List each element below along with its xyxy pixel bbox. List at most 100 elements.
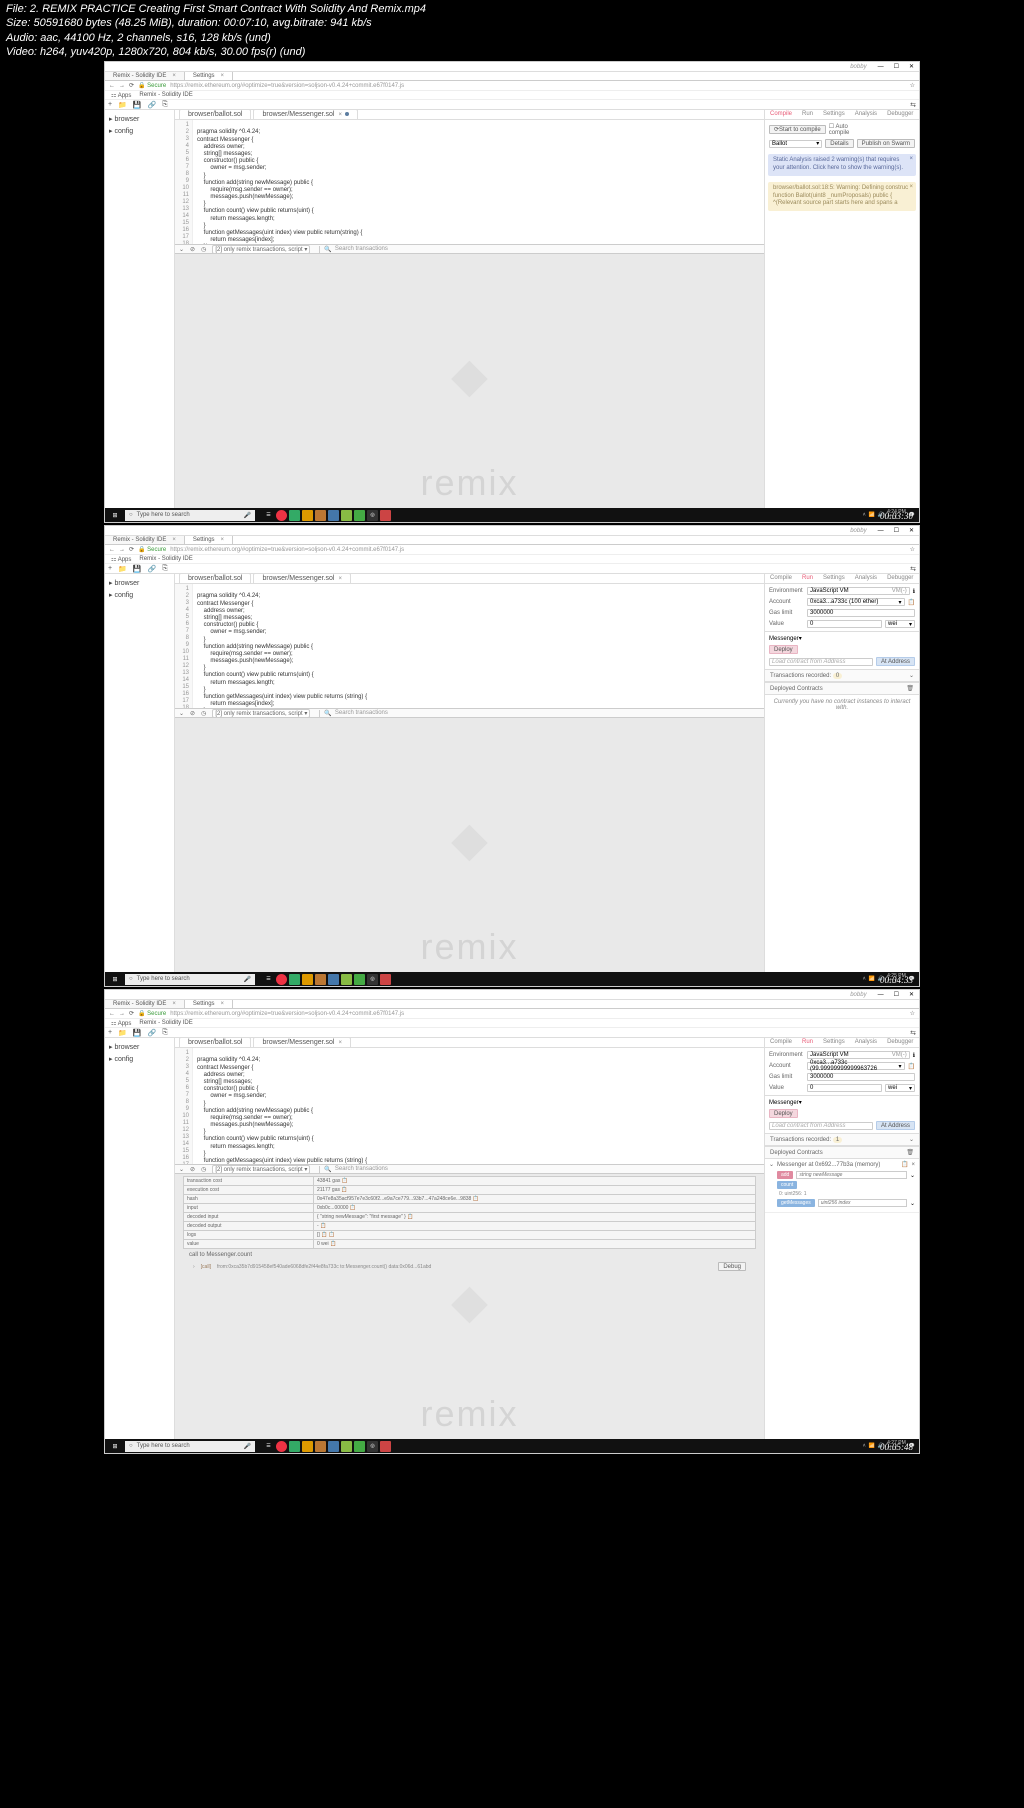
fn-getmessages-button[interactable]: getMessages xyxy=(777,1199,815,1207)
github-icon[interactable]: ⎘ xyxy=(162,101,168,109)
app2-icon[interactable] xyxy=(341,510,352,521)
auto-compile-checkbox[interactable]: ☐ Auto compile xyxy=(829,123,864,136)
chevron-down-icon[interactable]: ⌄ xyxy=(909,672,914,679)
fn-count-button[interactable]: count xyxy=(777,1181,797,1189)
alert-close-icon[interactable]: × xyxy=(909,156,913,164)
tab-settings[interactable]: Settings× xyxy=(185,536,233,544)
value-unit-select[interactable]: wei▾ xyxy=(885,620,915,628)
tab-debugger[interactable]: Debugger xyxy=(882,110,918,119)
tab-settings[interactable]: Settings× xyxy=(185,72,233,80)
code-editor[interactable]: 1234567891011121314151617181920212223 pr… xyxy=(175,120,764,244)
tab-support[interactable]: Support xyxy=(918,110,919,119)
tab-compile[interactable]: Compile xyxy=(765,110,797,119)
code-editor[interactable]: 1234567891011121314151617181920212223 pr… xyxy=(175,584,764,708)
apps-button[interactable]: ⚏ Apps xyxy=(111,92,131,99)
chevron-right-icon[interactable]: › xyxy=(193,1264,195,1270)
minimize-icon[interactable]: — xyxy=(873,64,889,70)
fn-add-button[interactable]: add xyxy=(777,1171,793,1179)
tab-run[interactable]: Run xyxy=(797,110,818,119)
warning-alert[interactable]: browser/ballot.sol:18:5: Warning: Defini… xyxy=(768,182,916,211)
tab-run[interactable]: Run xyxy=(797,574,818,583)
gas-input[interactable]: 3000000 xyxy=(807,609,915,617)
file-tab-ballot[interactable]: browser/ballot.sol xyxy=(179,574,251,583)
explorer-icon[interactable] xyxy=(302,510,313,521)
tx-search[interactable]: 🔍Search transactions xyxy=(319,246,760,253)
alert-close-icon[interactable]: × xyxy=(909,184,913,192)
copy-icon[interactable]: 📋 xyxy=(901,1161,908,1168)
tab-remix[interactable]: Remix - Solidity IDE× xyxy=(105,536,185,544)
reload-icon[interactable]: ⟳ xyxy=(129,82,134,89)
close-icon[interactable]: ✕ xyxy=(904,63,919,70)
vscode-icon[interactable] xyxy=(328,510,339,521)
app3-icon[interactable] xyxy=(354,510,365,521)
file-tab-close-icon[interactable]: × xyxy=(338,112,342,118)
close-icon[interactable]: × xyxy=(911,1162,915,1168)
sidebar-item-config[interactable]: ▸ config xyxy=(109,125,170,137)
environment-select[interactable]: JavaScript VMVM(-) xyxy=(807,587,910,595)
fn-add-input[interactable] xyxy=(796,1171,907,1179)
code-editor[interactable]: 1234567891011121314151617181920212223 pr… xyxy=(175,1048,764,1164)
file-tab-ballot[interactable]: browser/ballot.sol xyxy=(179,110,251,119)
sidebar-item-browser[interactable]: ▸ browser xyxy=(109,113,170,125)
publish-button[interactable]: Publish on Swarm xyxy=(857,139,915,148)
maximize-icon[interactable]: ☐ xyxy=(889,63,904,70)
app4-icon[interactable] xyxy=(380,510,391,521)
start-compile-button[interactable]: ⟳ Start to compile xyxy=(769,125,826,134)
url-bar[interactable]: ← → ⟳ 🔒 Secure https://remix.ethereum.or… xyxy=(105,81,919,91)
tab-remix[interactable]: Remix - Solidity IDE× xyxy=(105,72,185,80)
wifi-icon[interactable]: 📶 xyxy=(869,512,875,518)
trash-icon[interactable]: 🗑 xyxy=(906,685,914,692)
filter-dropdown[interactable]: [2] only remix transactions, script ▾ xyxy=(212,245,310,254)
toggle-panel-icon[interactable]: ⇆ xyxy=(910,101,916,109)
deploy-button[interactable]: Deploy xyxy=(769,1109,798,1118)
chevron-down-icon[interactable]: ⌄ xyxy=(769,1161,774,1168)
chevron-down-icon[interactable]: ⌄ xyxy=(179,246,184,253)
copy-icon[interactable]: 📋 xyxy=(908,599,915,606)
contract-select[interactable]: Messenger▾ xyxy=(769,635,915,642)
file-tab-messenger[interactable]: browser/Messenger.sol× xyxy=(253,110,358,119)
pending-icon[interactable]: ◷ xyxy=(201,246,206,253)
static-analysis-alert[interactable]: Static Analysis raised 2 warning(s) that… xyxy=(768,154,916,176)
app-icon[interactable] xyxy=(289,510,300,521)
link-icon[interactable]: 🔗 xyxy=(148,101,157,109)
folder-icon[interactable]: 📁 xyxy=(118,101,127,109)
taskbar-search[interactable]: ○Type here to search🎤 xyxy=(125,510,255,521)
debug-button[interactable]: Debug xyxy=(718,1262,746,1271)
tab-settings[interactable]: Settings xyxy=(818,574,850,583)
contract-select[interactable]: Ballot▾ xyxy=(769,140,822,148)
value-input[interactable]: 0 xyxy=(807,620,882,628)
chrome-icon[interactable] xyxy=(276,510,287,521)
load-address-input[interactable]: Load contract from Address xyxy=(769,658,873,666)
obs-icon[interactable]: ◎ xyxy=(367,510,378,521)
contract-select[interactable]: Messenger▾ xyxy=(769,1099,915,1106)
account-select[interactable]: 0xca3...a733c (100 ether)▾ xyxy=(807,598,905,606)
back-icon[interactable]: ← xyxy=(109,83,115,89)
tab-support[interactable]: Support xyxy=(918,574,919,583)
at-address-button[interactable]: At Address xyxy=(876,657,915,666)
windows-start-icon[interactable]: ⊞ xyxy=(109,509,121,521)
trash-icon[interactable]: 🗑 xyxy=(906,1149,914,1156)
tx-recorded-header[interactable]: Transactions recorded: 0⌄ xyxy=(765,669,919,682)
tab-analysis[interactable]: Analysis xyxy=(850,110,882,119)
star-icon[interactable]: ☆ xyxy=(910,82,915,89)
bookmark-remix[interactable]: Remix - Solidity IDE xyxy=(139,92,192,98)
tab-debugger[interactable]: Debugger xyxy=(882,574,918,583)
tab-compile[interactable]: Compile xyxy=(765,574,797,583)
store-icon[interactable] xyxy=(315,510,326,521)
file-tab-messenger[interactable]: browser/Messenger.sol× xyxy=(253,574,351,583)
copy-icon[interactable]: 📋 xyxy=(342,1178,348,1184)
chevron-down-icon[interactable]: ⌄ xyxy=(910,1172,915,1179)
info-icon[interactable]: ℹ xyxy=(913,588,915,595)
chevron-down-icon[interactable]: ⌄ xyxy=(910,1200,915,1207)
tray-arrow-icon[interactable]: ˄ xyxy=(863,512,866,518)
task-view-icon[interactable]: ☰ xyxy=(263,510,274,521)
tab-close-icon[interactable]: × xyxy=(172,73,176,79)
forward-icon[interactable]: → xyxy=(119,83,125,89)
mic-icon[interactable]: 🎤 xyxy=(244,512,251,519)
tab-close-icon[interactable]: × xyxy=(221,73,225,79)
deploy-button[interactable]: Deploy xyxy=(769,645,798,654)
clear-icon[interactable]: ⊘ xyxy=(190,246,195,253)
code-content[interactable]: pragma solidity ^0.4.24;contract Messeng… xyxy=(193,120,764,244)
tab-settings[interactable]: Settings xyxy=(818,110,850,119)
save-icon[interactable]: 💾 xyxy=(133,101,142,109)
